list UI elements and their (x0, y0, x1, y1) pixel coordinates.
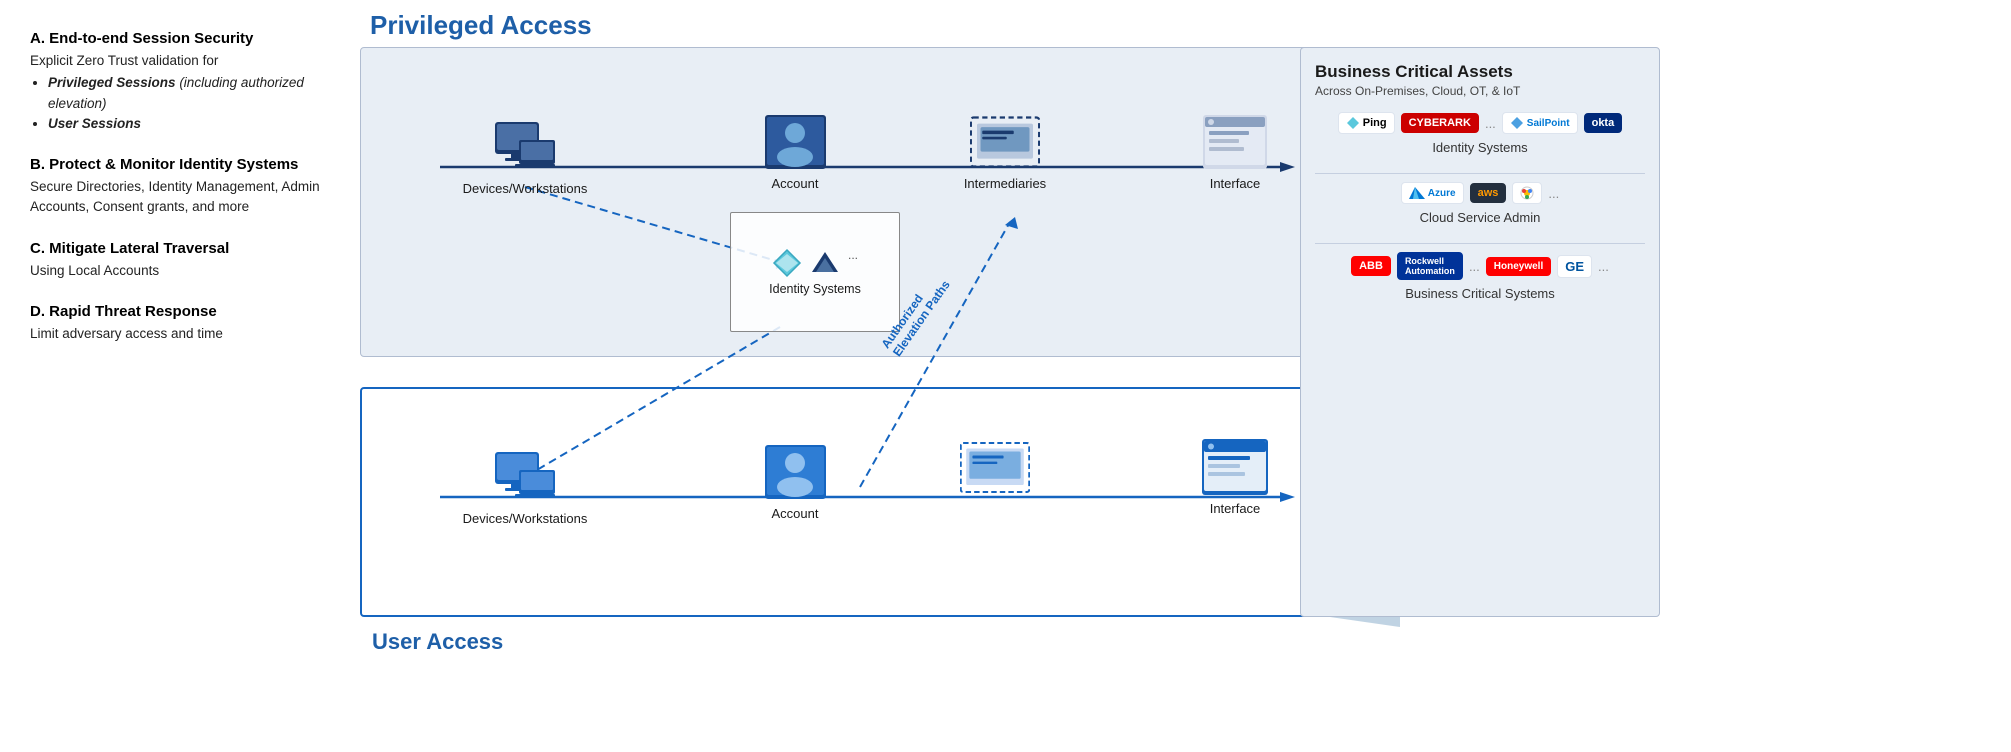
section-A-body: Explicit Zero Trust validation for Privi… (30, 51, 340, 134)
cloud-more-dots: ... (1548, 186, 1559, 201)
identity-more-dots: ... (1485, 116, 1496, 131)
main-area: Privileged Access User Access (360, 0, 2011, 752)
priv-account-icon (760, 112, 830, 172)
bca-bcs-logos: ABB RockwellAutomation ... Honeywell GE (1315, 252, 1645, 280)
bca-cloud-label: Cloud Service Admin (1315, 210, 1645, 225)
user-account-label: Account (772, 506, 819, 521)
bca-identity-logos: Ping CYBERARK ... SailPoint okta (1315, 112, 1645, 134)
section-A-title: A. End-to-end Session Security (30, 30, 340, 47)
priv-intermediaries-icon (970, 112, 1040, 172)
ge-logo: GE (1557, 255, 1592, 278)
user-intermediaries-node (930, 437, 1060, 497)
bca-divider-1 (1315, 173, 1645, 174)
identity-systems-label: Identity Systems (769, 282, 861, 296)
identity-systems-icons: ... (772, 248, 858, 278)
bca-bcs-label: Business Critical Systems (1315, 286, 1645, 301)
bca-cloud-section: Azure aws (1315, 182, 1645, 225)
bca-subtitle: Across On-Premises, Cloud, OT, & IoT (1315, 84, 1645, 98)
priv-interface-icon (1200, 112, 1270, 172)
rockwell-logo: RockwellAutomation (1397, 252, 1463, 280)
priv-intermediaries-label: Intermediaries (964, 176, 1046, 191)
user-interface-label: Interface (1210, 501, 1261, 516)
user-devices-label: Devices/Workstations (463, 511, 588, 526)
okta-logo: okta (1584, 113, 1623, 133)
user-devices-icon (490, 447, 560, 507)
user-interface-node: Interface (1170, 437, 1300, 516)
section-A: A. End-to-end Session Security Explicit … (30, 30, 340, 134)
diagram-canvas: User Access (360, 47, 1660, 737)
user-interface-icon (1200, 437, 1270, 497)
section-C: C. Mitigate Lateral Traversal Using Loca… (30, 240, 340, 281)
bca-bcs-section: ABB RockwellAutomation ... Honeywell GE (1315, 252, 1645, 301)
ping-logo: Ping (1338, 112, 1395, 134)
section-C-body: Using Local Accounts (30, 261, 340, 281)
user-account-node: Account (730, 442, 860, 521)
priv-devices-node: Devices/Workstations (460, 117, 590, 196)
bcs-more-dots-top: ... (1469, 259, 1480, 274)
section-B: B. Protect & Monitor Identity Systems Se… (30, 156, 340, 218)
bullet-user-sessions: User Sessions (48, 114, 340, 134)
sailpoint-logo: SailPoint (1502, 112, 1578, 134)
priv-account-label: Account (772, 176, 819, 191)
user-account-icon (760, 442, 830, 502)
privileged-access-title: Privileged Access (370, 10, 2011, 41)
honeywell-logo: Honeywell (1486, 257, 1551, 276)
priv-devices-label: Devices/Workstations (463, 181, 588, 196)
gcp-logo (1512, 182, 1542, 204)
bca-divider-2 (1315, 243, 1645, 244)
abb-logo: ABB (1351, 256, 1391, 276)
priv-interface-node: Interface (1170, 112, 1300, 191)
section-C-title: C. Mitigate Lateral Traversal (30, 240, 340, 257)
bca-cloud-logos: Azure aws (1315, 182, 1645, 204)
bcs-more-dots-bot: ... (1598, 259, 1609, 274)
priv-intermediaries-node: Intermediaries (940, 112, 1070, 191)
aws-logo: aws (1470, 183, 1507, 203)
user-access-title: User Access (372, 629, 503, 655)
priv-devices-icon (490, 117, 560, 177)
section-B-title: B. Protect & Monitor Identity Systems (30, 156, 340, 173)
bca-identity-label: Identity Systems (1315, 140, 1645, 155)
priv-account-node: Account (730, 112, 860, 191)
bullet-privileged-sessions: Privileged Sessions (including authorize… (48, 73, 340, 114)
azure-logo: Azure (1401, 182, 1464, 204)
user-intermediaries-icon (960, 437, 1030, 497)
left-panel: A. End-to-end Session Security Explicit … (0, 0, 360, 752)
bca-panel: Business Critical Assets Across On-Premi… (1300, 47, 1660, 617)
section-D-body: Limit adversary access and time (30, 324, 340, 344)
user-devices-node: Devices/Workstations (460, 447, 590, 526)
cyberark-logo: CYBERARK (1401, 113, 1479, 133)
bca-title: Business Critical Assets (1315, 62, 1645, 82)
section-D-title: D. Rapid Threat Response (30, 303, 340, 320)
section-D: D. Rapid Threat Response Limit adversary… (30, 303, 340, 344)
section-B-body: Secure Directories, Identity Management,… (30, 177, 340, 218)
identity-systems-box: ... Identity Systems (730, 212, 900, 332)
bca-identity-section: Ping CYBERARK ... SailPoint okta (1315, 112, 1645, 155)
priv-interface-label: Interface (1210, 176, 1261, 191)
